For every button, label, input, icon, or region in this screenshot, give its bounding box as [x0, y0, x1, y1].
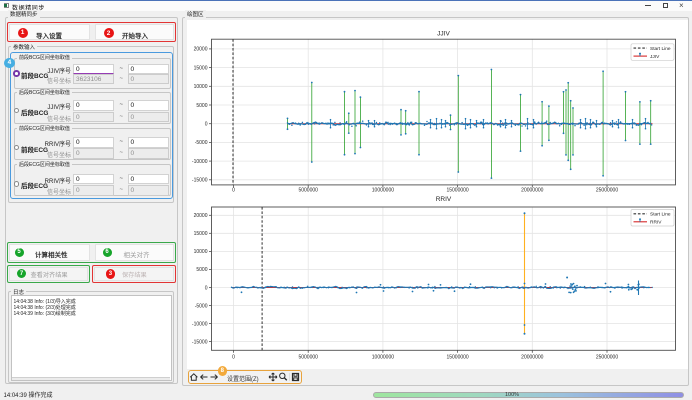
svg-text:20000000: 20000000 — [521, 188, 543, 194]
svg-text:-15000: -15000 — [191, 339, 207, 345]
svg-text:-10000: -10000 — [191, 321, 207, 327]
svg-text:JJIV: JJIV — [650, 54, 660, 60]
svg-text:20000: 20000 — [193, 47, 207, 53]
svg-text:0: 0 — [232, 355, 235, 361]
svg-text:RRIV: RRIV — [650, 220, 662, 226]
svg-text:0: 0 — [204, 285, 207, 291]
svg-text:15000000: 15000000 — [446, 188, 468, 194]
svg-text:JJIV: JJIV — [437, 31, 450, 38]
svg-text:5000000: 5000000 — [298, 188, 318, 194]
svg-text:5000000: 5000000 — [298, 355, 318, 361]
svg-text:10000: 10000 — [193, 84, 207, 90]
svg-text:0: 0 — [204, 122, 207, 128]
svg-text:5000: 5000 — [196, 103, 207, 109]
svg-text:-5000: -5000 — [194, 140, 207, 146]
svg-text:Start Line: Start Line — [650, 46, 671, 52]
svg-text:25000000: 25000000 — [595, 188, 617, 194]
svg-text:20000: 20000 — [193, 213, 207, 219]
svg-text:-5000: -5000 — [194, 303, 207, 309]
svg-text:15000: 15000 — [193, 65, 207, 71]
svg-text:RRIV: RRIV — [435, 196, 451, 203]
svg-text:25000000: 25000000 — [595, 355, 617, 361]
svg-text:15000000: 15000000 — [446, 355, 468, 361]
svg-text:-15000: -15000 — [191, 178, 207, 184]
svg-text:0: 0 — [232, 188, 235, 194]
svg-text:20000000: 20000000 — [521, 355, 543, 361]
svg-text:10000000: 10000000 — [371, 355, 393, 361]
svg-text:Start Line: Start Line — [650, 212, 671, 218]
svg-text:10000: 10000 — [193, 249, 207, 255]
svg-text:10000000: 10000000 — [371, 188, 393, 194]
svg-text:-10000: -10000 — [191, 159, 207, 165]
svg-text:5000: 5000 — [196, 267, 207, 273]
svg-text:15000: 15000 — [193, 231, 207, 237]
